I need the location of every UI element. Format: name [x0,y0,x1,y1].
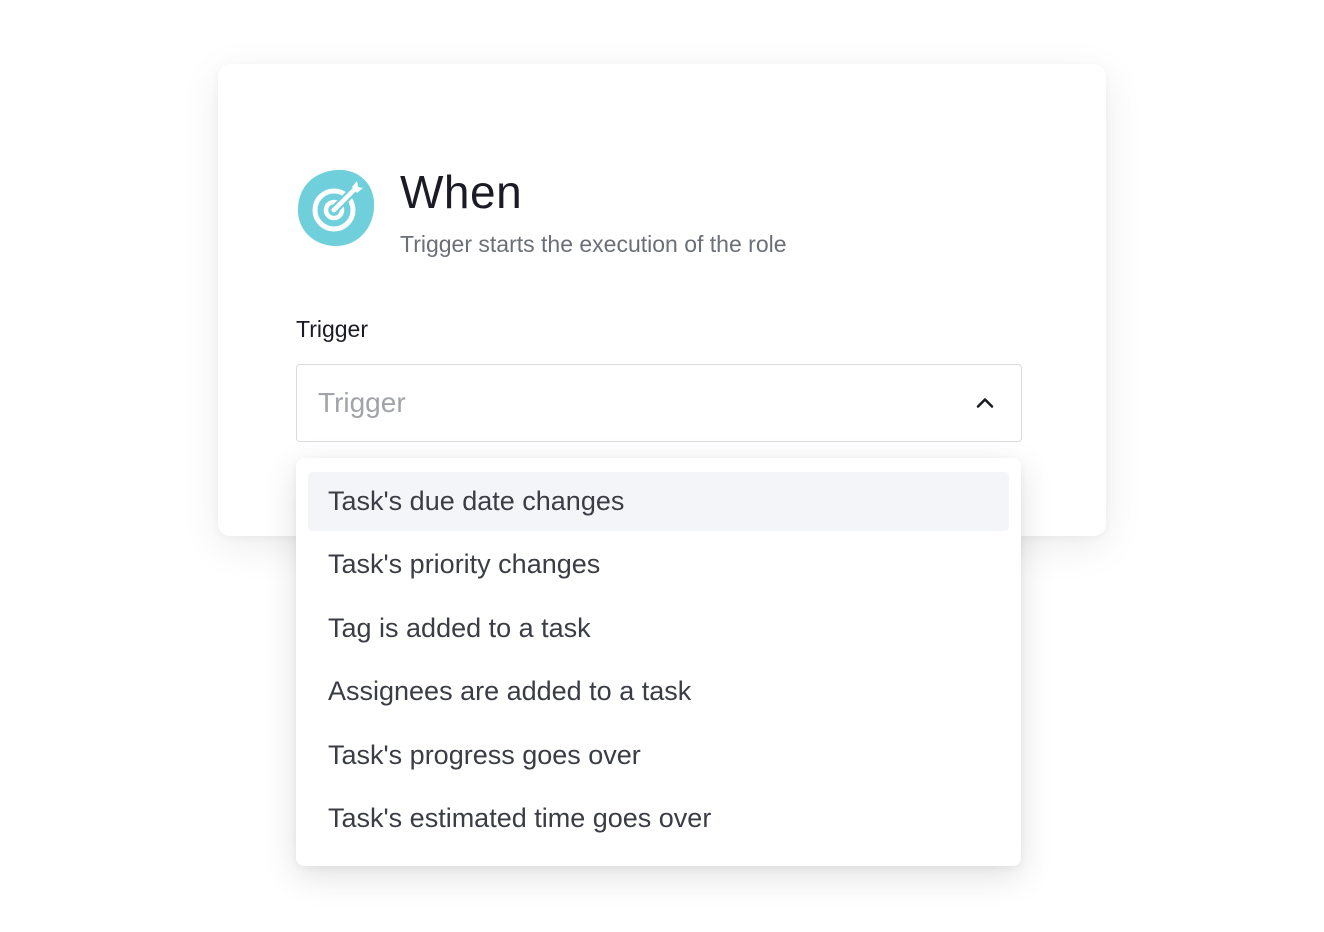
dropdown-option-tag-added[interactable]: Tag is added to a task [308,599,1009,658]
dropdown-option-assignees-added[interactable]: Assignees are added to a task [308,662,1009,721]
trigger-dropdown-menu: Task's due date changes Task's priority … [296,458,1021,866]
dropdown-option-due-date-changes[interactable]: Task's due date changes [308,472,1009,531]
dropdown-option-progress-goes-over[interactable]: Task's progress goes over [308,726,1009,785]
chevron-up-icon[interactable] [973,391,997,415]
card-header: When Trigger starts the execution of the… [296,166,787,258]
trigger-select[interactable]: Trigger [296,364,1022,442]
dropdown-option-estimated-time-goes-over[interactable]: Task's estimated time goes over [308,789,1009,848]
target-icon [296,168,376,248]
page: When Trigger starts the execution of the… [0,0,1324,932]
card-title: When [400,166,523,218]
card-subtitle: Trigger starts the execution of the role [400,231,787,257]
trigger-select-placeholder: Trigger [318,387,406,418]
header-titles: When Trigger starts the execution of the… [400,166,787,258]
trigger-label: Trigger [296,316,368,342]
dropdown-option-priority-changes[interactable]: Task's priority changes [308,535,1009,594]
